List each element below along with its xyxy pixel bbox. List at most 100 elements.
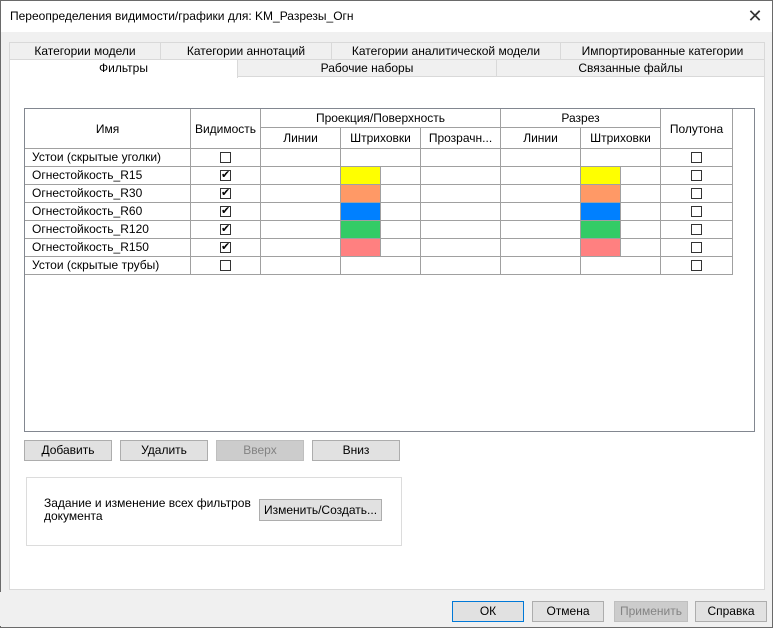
halftone-checkbox[interactable] bbox=[691, 152, 702, 163]
filter-row-name[interactable]: Огнестойкость_R30 bbox=[25, 185, 191, 203]
visibility-checkbox[interactable]: ✔ bbox=[220, 170, 231, 181]
visibility-cell[interactable]: ✔ bbox=[191, 239, 261, 257]
color-swatch bbox=[581, 239, 621, 256]
filters-description: Задание и изменение всех фильтров докуме… bbox=[44, 496, 251, 523]
filter-row-name[interactable]: Огнестойкость_R15 bbox=[25, 167, 191, 185]
cut-pattern-cell[interactable] bbox=[581, 221, 661, 239]
color-swatch bbox=[341, 167, 381, 184]
halftone-cell[interactable] bbox=[661, 167, 733, 185]
cut-lines-cell[interactable] bbox=[501, 149, 581, 167]
help-button[interactable]: Справка bbox=[695, 601, 767, 622]
visibility-checkbox[interactable] bbox=[220, 260, 231, 271]
cut-pattern-cell[interactable] bbox=[581, 203, 661, 221]
visibility-checkbox[interactable]: ✔ bbox=[220, 242, 231, 253]
cut-pattern-cell[interactable] bbox=[581, 239, 661, 257]
projection-transparency-cell[interactable] bbox=[421, 257, 501, 275]
visibility-cell[interactable]: ✔ bbox=[191, 167, 261, 185]
halftone-cell[interactable] bbox=[661, 221, 733, 239]
projection-transparency-cell[interactable] bbox=[421, 203, 501, 221]
projection-pattern-cell[interactable] bbox=[341, 185, 421, 203]
color-swatch bbox=[341, 185, 381, 202]
window-title: Переопределения видимости/графики для: K… bbox=[10, 9, 354, 23]
delete-button[interactable]: Удалить bbox=[120, 440, 208, 461]
projection-pattern-cell[interactable] bbox=[341, 149, 421, 167]
visibility-checkbox[interactable]: ✔ bbox=[220, 206, 231, 217]
halftone-cell[interactable] bbox=[661, 239, 733, 257]
projection-pattern-cell[interactable] bbox=[341, 221, 421, 239]
move-down-button[interactable]: Вниз bbox=[312, 440, 400, 461]
visibility-cell[interactable] bbox=[191, 257, 261, 275]
filters-table: Имя Видимость Проекция/Поверхность Разре… bbox=[24, 108, 755, 432]
projection-lines-cell[interactable] bbox=[261, 239, 341, 257]
projection-lines-cell[interactable] bbox=[261, 257, 341, 275]
cut-lines-cell[interactable] bbox=[501, 239, 581, 257]
projection-transparency-cell[interactable] bbox=[421, 221, 501, 239]
halftone-cell[interactable] bbox=[661, 257, 733, 275]
projection-transparency-cell[interactable] bbox=[421, 149, 501, 167]
filter-row-name[interactable]: Огнестойкость_R60 bbox=[25, 203, 191, 221]
cut-lines-cell[interactable] bbox=[501, 167, 581, 185]
filter-row-name[interactable]: Устои (скрытые уголки) bbox=[25, 149, 191, 167]
projection-pattern-cell[interactable] bbox=[341, 167, 421, 185]
header-visibility[interactable]: Видимость bbox=[191, 109, 261, 149]
visibility-cell[interactable]: ✔ bbox=[191, 221, 261, 239]
projection-transparency-cell[interactable] bbox=[421, 239, 501, 257]
cut-pattern-cell[interactable] bbox=[581, 257, 661, 275]
header-projection-patterns[interactable]: Штриховки bbox=[341, 128, 421, 149]
halftone-checkbox[interactable] bbox=[691, 260, 702, 271]
cut-lines-cell[interactable] bbox=[501, 185, 581, 203]
color-swatch bbox=[581, 203, 621, 220]
edit-create-button[interactable]: Изменить/Создать... bbox=[259, 499, 382, 521]
cut-pattern-cell[interactable] bbox=[581, 185, 661, 203]
header-cut-patterns[interactable]: Штриховки bbox=[581, 128, 661, 149]
halftone-cell[interactable] bbox=[661, 203, 733, 221]
header-cut-lines[interactable]: Линии bbox=[501, 128, 581, 149]
halftone-checkbox[interactable] bbox=[691, 170, 702, 181]
projection-lines-cell[interactable] bbox=[261, 167, 341, 185]
visibility-cell[interactable] bbox=[191, 149, 261, 167]
tab-filters[interactable]: Фильтры bbox=[9, 59, 238, 78]
cut-pattern-cell[interactable] bbox=[581, 149, 661, 167]
projection-lines-cell[interactable] bbox=[261, 149, 341, 167]
header-projection-lines[interactable]: Линии bbox=[261, 128, 341, 149]
visibility-checkbox[interactable] bbox=[220, 152, 231, 163]
cancel-button[interactable]: Отмена bbox=[532, 601, 604, 622]
projection-pattern-cell[interactable] bbox=[341, 203, 421, 221]
halftone-checkbox[interactable] bbox=[691, 206, 702, 217]
projection-transparency-cell[interactable] bbox=[421, 167, 501, 185]
ok-button[interactable]: ОК bbox=[452, 601, 524, 622]
halftone-cell[interactable] bbox=[661, 185, 733, 203]
projection-lines-cell[interactable] bbox=[261, 203, 341, 221]
header-halftone[interactable]: Полутона bbox=[661, 109, 733, 149]
color-swatch bbox=[341, 239, 381, 256]
color-swatch bbox=[341, 221, 381, 238]
color-swatch bbox=[341, 203, 381, 220]
close-icon[interactable]: ✕ bbox=[742, 3, 768, 29]
filter-row-name[interactable]: Огнестойкость_R120 bbox=[25, 221, 191, 239]
color-swatch bbox=[581, 185, 621, 202]
projection-pattern-cell[interactable] bbox=[341, 239, 421, 257]
visibility-cell[interactable]: ✔ bbox=[191, 203, 261, 221]
filter-row-name[interactable]: Устои (скрытые трубы) bbox=[25, 257, 191, 275]
visibility-checkbox[interactable]: ✔ bbox=[220, 188, 231, 199]
cut-lines-cell[interactable] bbox=[501, 203, 581, 221]
header-projection-transparency[interactable]: Прозрачн... bbox=[421, 128, 501, 149]
apply-button[interactable]: Применить bbox=[614, 601, 688, 622]
visibility-checkbox[interactable]: ✔ bbox=[220, 224, 231, 235]
add-button[interactable]: Добавить bbox=[24, 440, 112, 461]
cut-lines-cell[interactable] bbox=[501, 221, 581, 239]
projection-lines-cell[interactable] bbox=[261, 221, 341, 239]
halftone-checkbox[interactable] bbox=[691, 242, 702, 253]
projection-transparency-cell[interactable] bbox=[421, 185, 501, 203]
halftone-cell[interactable] bbox=[661, 149, 733, 167]
cut-pattern-cell[interactable] bbox=[581, 167, 661, 185]
visibility-cell[interactable]: ✔ bbox=[191, 185, 261, 203]
projection-pattern-cell[interactable] bbox=[341, 257, 421, 275]
move-up-button[interactable]: Вверх bbox=[216, 440, 304, 461]
projection-lines-cell[interactable] bbox=[261, 185, 341, 203]
cut-lines-cell[interactable] bbox=[501, 257, 581, 275]
halftone-checkbox[interactable] bbox=[691, 224, 702, 235]
filter-row-name[interactable]: Огнестойкость_R150 bbox=[25, 239, 191, 257]
header-name[interactable]: Имя bbox=[25, 109, 191, 149]
halftone-checkbox[interactable] bbox=[691, 188, 702, 199]
